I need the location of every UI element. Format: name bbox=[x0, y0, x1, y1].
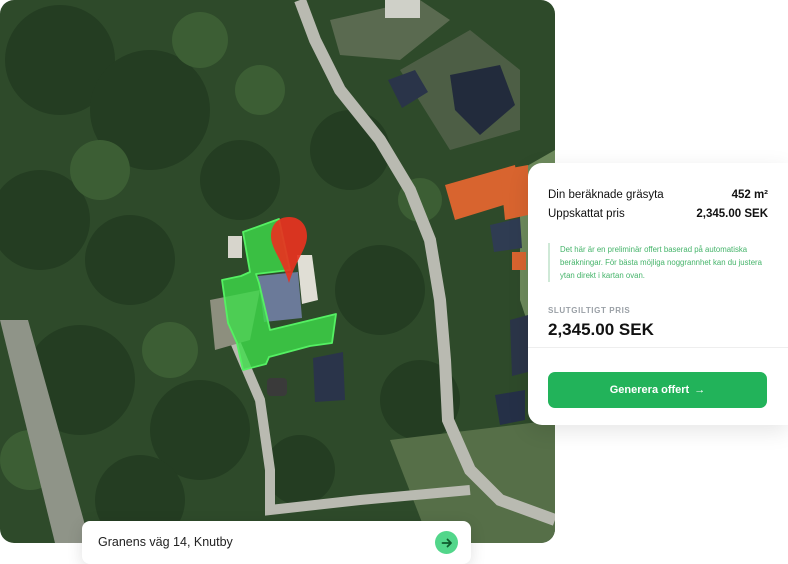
satellite-map[interactable] bbox=[0, 0, 555, 543]
final-price-label: SLUTGILTIGT PRIS bbox=[548, 306, 631, 315]
final-price-value: 2,345.00 SEK bbox=[548, 320, 654, 339]
area-row: Din beräknade gräsyta 452 m² bbox=[548, 189, 768, 201]
location-pin-icon bbox=[271, 217, 307, 283]
address-input[interactable]: Granens väg 14, Knutby bbox=[98, 535, 233, 549]
generate-quote-button[interactable]: Generera offert → bbox=[548, 372, 767, 408]
estimated-price-value: 2,345.00 SEK bbox=[696, 208, 768, 220]
estimate-note: Det här är en preliminär offert baserad … bbox=[548, 243, 778, 282]
arrow-right-icon[interactable] bbox=[435, 531, 458, 554]
address-search-bar[interactable]: Granens väg 14, Knutby bbox=[82, 521, 471, 564]
quote-panel: Din beräknade gräsyta 452 m² Uppskattat … bbox=[528, 163, 788, 425]
area-value: 452 m² bbox=[731, 189, 768, 201]
divider bbox=[528, 347, 788, 348]
area-label: Din beräknade gräsyta bbox=[548, 189, 664, 201]
estimated-price-label: Uppskattat pris bbox=[548, 208, 625, 220]
estimated-price-row: Uppskattat pris 2,345.00 SEK bbox=[548, 208, 768, 220]
arrow-right-icon: → bbox=[694, 384, 706, 396]
generate-quote-label: Generera offert bbox=[609, 384, 690, 396]
